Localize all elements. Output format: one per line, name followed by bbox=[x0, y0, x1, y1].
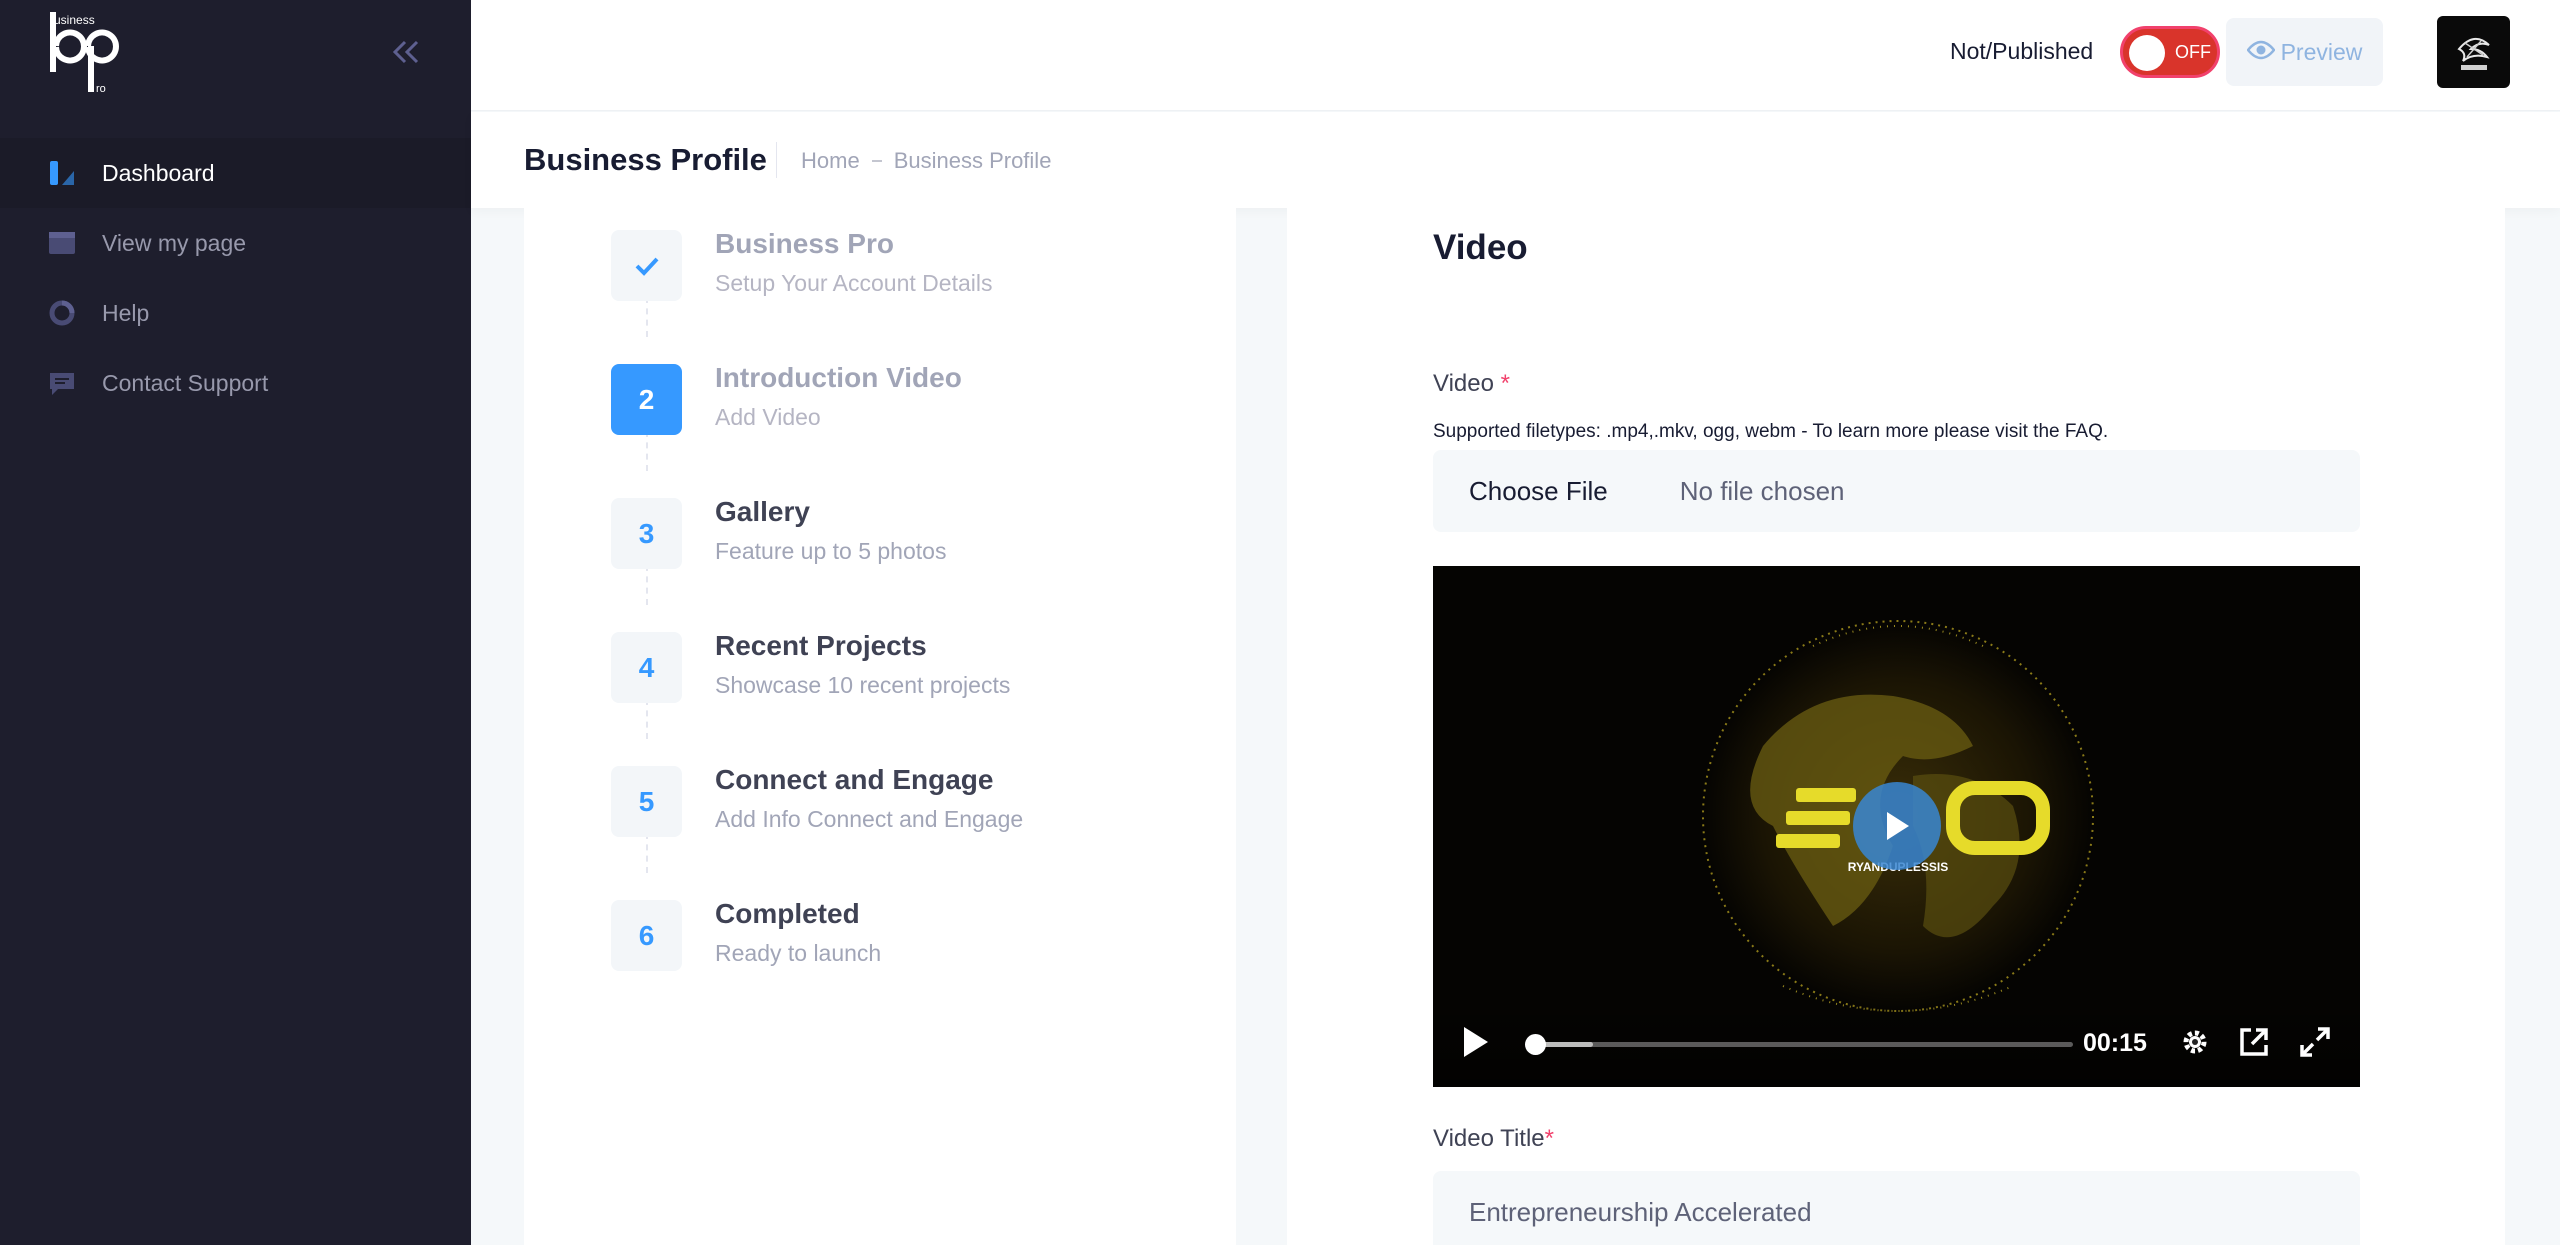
required-mark: * bbox=[1500, 370, 1510, 397]
step-introduction-video[interactable]: 2 Introduction Video Add Video bbox=[611, 362, 1171, 444]
video-file-input[interactable]: Choose File No file chosen bbox=[1433, 450, 2360, 532]
video-title-label-text: Video Title bbox=[1433, 1125, 1545, 1152]
required-mark: * bbox=[1544, 1125, 1554, 1152]
sidebar-item-help[interactable]: Help bbox=[0, 278, 471, 348]
step-description: Add Info Connect and Engage bbox=[715, 806, 1024, 832]
video-title-label: Video Title* bbox=[1433, 1125, 1554, 1153]
open-external-icon[interactable] bbox=[2237, 1025, 2271, 1059]
progress-handle[interactable] bbox=[1525, 1034, 1546, 1055]
publish-toggle[interactable]: OFF bbox=[2120, 26, 2220, 78]
stepper-card: Business Pro Setup Your Account Details … bbox=[524, 208, 1236, 1245]
filetype-help-text: Supported filetypes: .mp4,.mkv, ogg, web… bbox=[1433, 421, 2109, 442]
sidebar-item-view-my-page[interactable]: View my page bbox=[0, 208, 471, 278]
file-status-text: No file chosen bbox=[1679, 475, 1845, 506]
video-field-label: Video * bbox=[1433, 370, 1510, 398]
video-title-input[interactable]: Entrepreneurship Accelerated bbox=[1433, 1171, 2360, 1245]
step-recent-projects[interactable]: 4 Recent Projects Showcase 10 recent pro… bbox=[611, 630, 1171, 712]
progress-bar[interactable] bbox=[1525, 1034, 2073, 1055]
choose-file-button[interactable]: Choose File bbox=[1469, 476, 1608, 507]
settings-icon[interactable] bbox=[2178, 1025, 2212, 1059]
fullscreen-icon[interactable] bbox=[2298, 1025, 2332, 1059]
video-label-text: Video bbox=[1433, 370, 1494, 397]
sidebar: usiness ro Dashboard View my page Help C… bbox=[0, 0, 471, 1245]
message-icon bbox=[48, 369, 76, 397]
sidebar-item-label: Help bbox=[102, 299, 150, 326]
preview-label: Preview bbox=[2280, 38, 2363, 65]
step-business-pro[interactable]: Business Pro Setup Your Account Details bbox=[611, 228, 1171, 310]
eye-icon bbox=[2245, 40, 2276, 65]
play-overlay-icon[interactable] bbox=[1853, 782, 1941, 870]
step-number: 5 bbox=[611, 766, 682, 837]
breadcrumb-separator bbox=[871, 160, 882, 162]
page-title: Business Profile bbox=[524, 142, 767, 177]
double-chevron-left-icon[interactable] bbox=[388, 34, 424, 70]
step-number: 3 bbox=[611, 498, 682, 569]
sidebar-item-contact-support[interactable]: Contact Support bbox=[0, 348, 471, 418]
top-header: Not/Published OFF Preview bbox=[471, 0, 2560, 111]
step-title: Gallery bbox=[715, 496, 810, 527]
video-player[interactable]: RYANDUPLESSIS 00:15 bbox=[1433, 566, 2360, 1087]
video-form-card: Video Video * Supported filetypes: .mp4,… bbox=[1287, 208, 2505, 1245]
play-icon[interactable] bbox=[1461, 1025, 1491, 1064]
video-controls: 00:15 bbox=[1433, 999, 2360, 1087]
preview-button[interactable]: Preview bbox=[2226, 18, 2383, 86]
sidebar-item-label: Dashboard bbox=[102, 159, 215, 186]
sidebar-nav: Dashboard View my page Help Contact Supp… bbox=[0, 138, 471, 418]
svg-text:usiness: usiness bbox=[54, 13, 95, 27]
step-description: Showcase 10 recent projects bbox=[715, 672, 1011, 698]
step-gallery[interactable]: 3 Gallery Feature up to 5 photos bbox=[611, 496, 1171, 578]
step-number: 2 bbox=[611, 364, 682, 435]
step-description: Setup Your Account Details bbox=[715, 270, 993, 296]
toggle-text: OFF bbox=[2175, 42, 2211, 62]
step-number: 4 bbox=[611, 632, 682, 703]
dashboard-icon bbox=[48, 159, 76, 187]
business-pro-logo[interactable]: usiness ro bbox=[44, 8, 134, 98]
breadcrumb: Home Business Profile bbox=[801, 148, 1051, 174]
step-description: Ready to launch bbox=[715, 940, 882, 966]
breadcrumb-home[interactable]: Home bbox=[801, 148, 860, 174]
step-description: Add Video bbox=[715, 404, 821, 430]
publish-status-label: Not/Published bbox=[1950, 38, 2094, 64]
title-divider bbox=[776, 142, 777, 178]
step-number: 6 bbox=[611, 900, 682, 971]
help-icon bbox=[48, 299, 76, 327]
avatar[interactable] bbox=[2437, 16, 2510, 88]
check-icon bbox=[611, 230, 682, 301]
step-title: Connect and Engage bbox=[715, 764, 994, 795]
svg-text:ro: ro bbox=[96, 83, 106, 95]
step-title: Introduction Video bbox=[715, 362, 962, 393]
toggle-knob bbox=[2129, 35, 2165, 71]
sidebar-item-dashboard[interactable]: Dashboard bbox=[0, 138, 471, 208]
step-connect-and-engage[interactable]: 5 Connect and Engage Add Info Connect an… bbox=[611, 764, 1171, 846]
sidebar-item-label: Contact Support bbox=[102, 369, 269, 396]
form-title: Video bbox=[1433, 228, 1528, 267]
page-toolbar: Business Profile Home Business Profile bbox=[471, 112, 2560, 208]
sidebar-item-label: View my page bbox=[102, 229, 247, 256]
step-completed[interactable]: 6 Completed Ready to launch bbox=[611, 898, 1171, 980]
time-display: 00:15 bbox=[2083, 1029, 2147, 1057]
breadcrumb-current: Business Profile bbox=[893, 148, 1052, 173]
step-title: Recent Projects bbox=[715, 630, 927, 661]
step-title: Business Pro bbox=[715, 228, 894, 259]
window-icon bbox=[48, 229, 76, 257]
step-description: Feature up to 5 photos bbox=[715, 538, 947, 564]
step-title: Completed bbox=[715, 898, 860, 929]
